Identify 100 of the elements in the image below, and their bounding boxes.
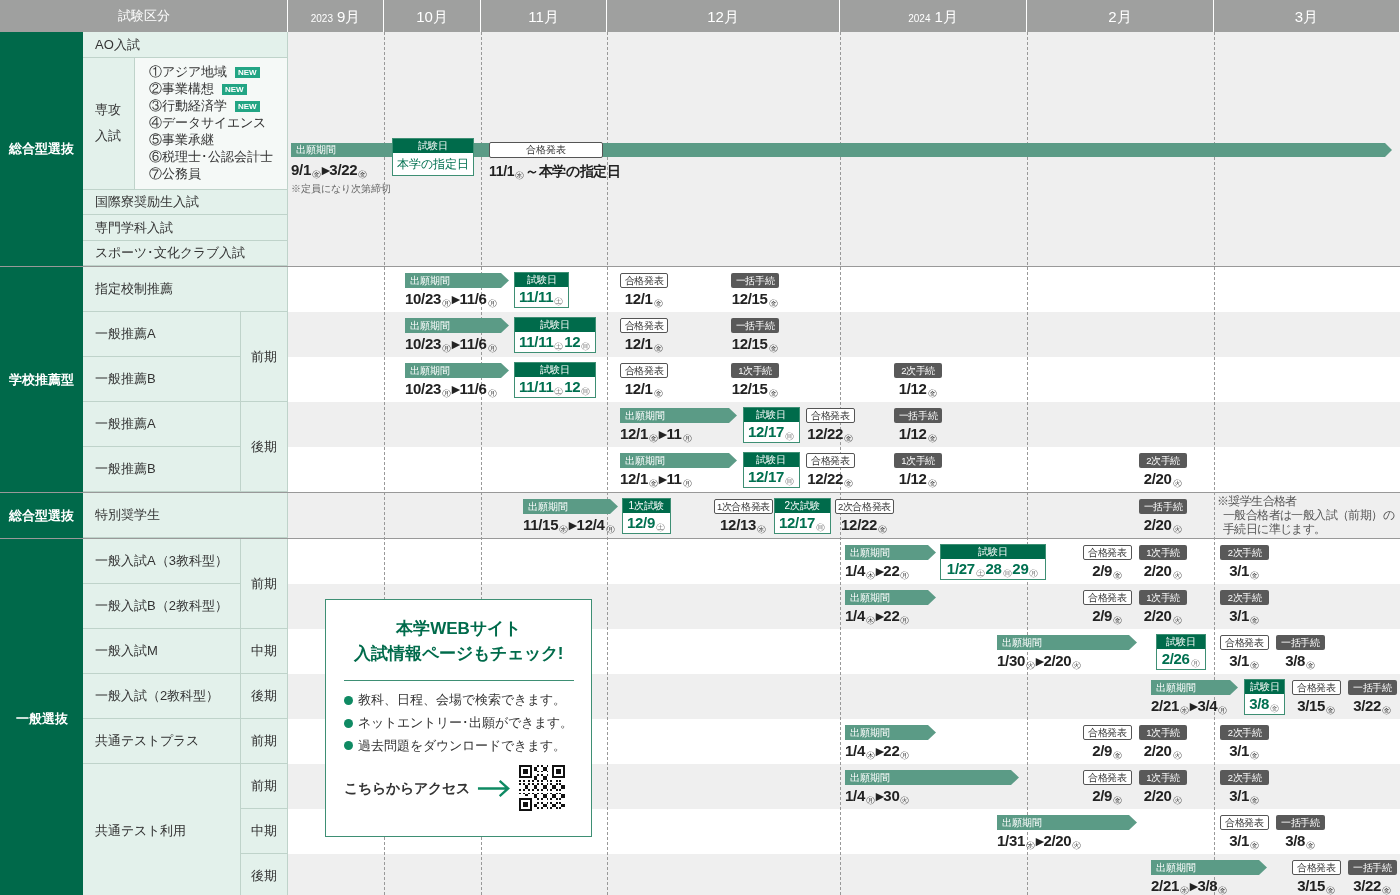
subject-name: ④データサイエンス (149, 114, 266, 132)
result-label: 合格発表 (806, 453, 855, 468)
procedure-label: 一括手続 (731, 273, 779, 288)
procedure-date: 3/22$_{㊎}$ (1353, 696, 1392, 716)
result-label: 2次合格発表 (835, 499, 894, 514)
category-label: 総合型選抜 (0, 493, 83, 538)
result-label: 合格発表 (620, 363, 668, 378)
result-date: 12/22$_{㊎}$ (807, 424, 854, 444)
term-cell: 後期 (241, 674, 288, 719)
exam-type-cell: 共通テスト利用 (83, 764, 241, 895)
subject-name: ⑤事業承継 (149, 131, 214, 149)
exam-type-cell: 一般入試M (83, 629, 241, 674)
period-dates: 2/21$_{㊌}$▸3/4$_{㊊}$ (1151, 696, 1229, 716)
exam-date: 3/8$_{㊎}$ (1248, 694, 1280, 714)
exam-type-cell: 専門学科入試 (83, 215, 288, 241)
exam-date: 1/27$_{㊏}$28$_{㊐}$29$_{㊊}$ (945, 559, 1040, 579)
procedure-label: 1次手続 (894, 453, 942, 468)
term-cell: 中期 (241, 629, 288, 674)
exam-type-cell: 国際寮奨励生入試 (83, 189, 288, 215)
procedure-date: 1/12$_{㊎}$ (898, 469, 938, 489)
result-label: 合格発表 (1292, 860, 1341, 875)
result-date: 2/9$_{㊎}$ (1092, 561, 1123, 581)
result-label: 合格発表 (1220, 635, 1269, 650)
exam-type-cell: 一般推薦A (83, 402, 241, 447)
procedure-date: 2/20$_{㊋}$ (1143, 786, 1183, 806)
result-date: 12/13$_{㊌}$ (720, 515, 767, 535)
procedure-label: 2次手続 (1220, 590, 1269, 605)
exam-date: 本学の指定日 (397, 156, 469, 173)
bullet-icon (343, 695, 353, 705)
exam-date: 12/17$_{㊐}$ (747, 467, 795, 487)
subject-name: ⑥税理士･公認会計士 (149, 148, 273, 166)
procedure-label: 1次手続 (1139, 590, 1187, 605)
procedure-label: 2次手続 (1220, 545, 1269, 560)
new-badge: NEW (222, 83, 247, 95)
period-dates: 10/23$_{㊊}$▸11/6$_{㊊}$ (405, 334, 498, 354)
result-date: 12/1$_{㊎}$ (624, 379, 664, 399)
new-badge: NEW (235, 100, 260, 112)
procedure-label: 一括手続 (1348, 680, 1397, 695)
procedure-date: 2/20$_{㊋}$ (1143, 741, 1183, 761)
period-dates: 1/4$_{㊊}$▸30$_{㊋}$ (845, 786, 911, 806)
exam-type-cell: 一般推薦B (83, 447, 241, 492)
exam-label: 1次試験 (623, 499, 670, 513)
exam-type-cell: AO入試 (83, 32, 288, 58)
result-label: 合格発表 (620, 318, 668, 333)
term-cell: 後期 (241, 854, 288, 895)
exam-label: 試験日 (1245, 680, 1284, 694)
procedure-date: 12/15$_{㊎}$ (731, 289, 779, 309)
period-dates: 12/1$_{㊎}$▸11$_{㊊}$ (620, 469, 693, 489)
result-date: 12/22$_{㊎}$ (807, 469, 854, 489)
period-dates: 1/31$_{㊌}$▸2/20$_{㊋}$ (997, 831, 1083, 851)
exam-label: 試験日 (515, 273, 569, 287)
result-label: 1次合格発表 (714, 499, 773, 514)
result-date: 3/1$_{㊎}$ (1229, 831, 1260, 851)
procedure-date: 2/20$_{㊋}$ (1143, 561, 1183, 581)
new-badge: NEW (235, 66, 260, 78)
procedure-label: 2次手続 (1220, 725, 1269, 740)
category-label: 学校推薦型 (0, 267, 83, 492)
exam-label: 試験日 (515, 363, 595, 377)
exam-label: 2次試験 (775, 499, 830, 513)
exam-label: 試験日 (744, 408, 799, 422)
result-date: 11/1$_{㊌}$～本学の指定日 (489, 162, 621, 181)
subject-name: ①アジア地域 (149, 63, 227, 81)
procedure-date: 2/20$_{㊋}$ (1143, 515, 1183, 535)
procedure-label: 一括手続 (1348, 860, 1397, 875)
term-cell: 後期 (241, 402, 288, 492)
result-date: 2/9$_{㊎}$ (1092, 606, 1123, 626)
procedure-date: 3/8$_{㊎}$ (1285, 651, 1316, 671)
procedure-label: 2次手続 (1220, 770, 1269, 785)
result-label: 合格発表 (1292, 680, 1341, 695)
term-cell: 前期 (241, 312, 288, 402)
procedure-label: 1次手続 (1139, 770, 1187, 785)
procedure-label: 一括手続 (1276, 815, 1325, 830)
procedure-date: 2/20$_{㊋}$ (1143, 469, 1183, 489)
exam-label: 試験日 (941, 545, 1045, 559)
result-label: 合格発表 (1083, 590, 1132, 605)
procedure-label: 一括手続 (1276, 635, 1325, 650)
exam-date: 12/17$_{㊐}$ (778, 513, 826, 533)
subject-name: ⑦公務員 (149, 165, 201, 183)
note-text: ※定員になり次第締切 (291, 182, 391, 196)
result-date: 12/1$_{㊎}$ (624, 289, 664, 309)
procedure-date: 1/12$_{㊎}$ (898, 379, 938, 399)
access-text: こちらからアクセス (343, 778, 470, 798)
exam-type-cell: 指定校制推薦 (83, 267, 288, 312)
notice-text: ネットエントリー･出願ができます。 (357, 714, 573, 732)
exam-type-cell: スポーツ･文化クラブ入試 (83, 240, 288, 266)
procedure-date: 3/1$_{㊎}$ (1229, 786, 1260, 806)
result-date: 2/9$_{㊎}$ (1092, 786, 1123, 806)
procedure-label: 一括手続 (731, 318, 779, 333)
exam-type-cell: 一般入試（2教科型） (83, 674, 241, 719)
period-dates: 11/15$_{㊌}$▸12/4$_{㊊}$ (523, 515, 616, 535)
exam-date: 11/11$_{㊏}$ (518, 287, 565, 307)
procedure-date: 3/1$_{㊎}$ (1229, 606, 1260, 626)
result-label: 合格発表 (1083, 545, 1132, 560)
exam-type-cell: 特別奨学生 (83, 493, 288, 538)
exam-date: 12/9$_{㊏}$ (626, 513, 666, 533)
procedure-date: 2/20$_{㊋}$ (1143, 606, 1183, 626)
qr-code (518, 765, 565, 812)
period-dates: 10/23$_{㊊}$▸11/6$_{㊊}$ (405, 379, 498, 399)
subject-name: ②事業構想 (149, 80, 214, 98)
procedure-label: 一括手続 (894, 408, 942, 423)
